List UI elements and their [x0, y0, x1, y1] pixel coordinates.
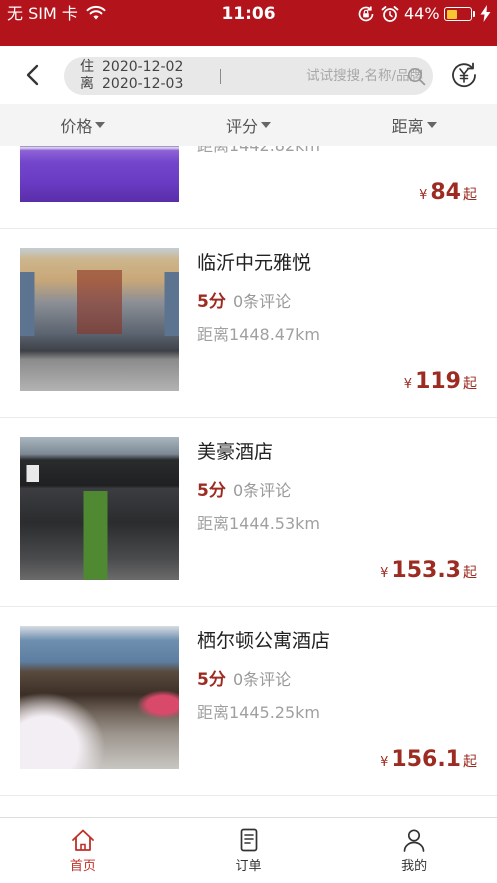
price-currency: ¥ — [419, 188, 428, 203]
battery-percent: 44% — [404, 4, 440, 23]
hotel-price: ¥153.3 起 — [380, 558, 477, 584]
tab-home[interactable]: 首页 — [0, 818, 166, 883]
hotel-card[interactable]: 临沂中元雅悦 5分 0条评论 距离1448.47km ¥119 起 — [0, 229, 497, 418]
price-suffix: 起 — [463, 187, 477, 203]
battery-cap — [473, 11, 475, 17]
hotel-photo — [20, 146, 179, 202]
search-input[interactable] — [230, 57, 425, 95]
checkout-label: 离 — [80, 76, 94, 92]
price-currency: ¥ — [403, 377, 413, 392]
profile-icon — [403, 829, 425, 852]
hotel-name: 美豪酒店 — [197, 441, 274, 463]
price-value: 156.1 — [391, 747, 461, 772]
hotel-score: 5分 — [197, 670, 226, 690]
hotel-review-count: 0条评论 — [233, 481, 292, 500]
price-suffix: 起 — [463, 565, 477, 581]
filter-bar: 价格 评分 距离 — [0, 104, 497, 146]
hotel-price: ¥156.1 起 — [380, 747, 477, 773]
hotel-review-count: 0条评论 — [233, 292, 292, 311]
filter-price[interactable]: 价格 — [0, 104, 166, 146]
hotel-card[interactable]: 距离1442.82km ¥84起 — [0, 146, 497, 229]
hotel-score: 5分 — [197, 481, 226, 501]
hotel-score: 5分 — [197, 292, 226, 312]
hotel-price: ¥119 起 — [404, 369, 477, 395]
hotel-distance: 距离1448.47km — [197, 325, 321, 344]
bottom-tab-bar: 首页 订单 我的 — [0, 817, 497, 883]
filter-label: 距离 — [391, 117, 424, 136]
tab-label: 订单 — [235, 859, 262, 874]
price-value: 153.3 — [391, 558, 461, 583]
home-icon — [71, 829, 94, 851]
hotel-photo — [20, 626, 179, 769]
hotel-photo — [20, 248, 179, 391]
price-currency: ¥ — [380, 566, 389, 581]
battery-level — [446, 9, 457, 19]
hotel-distance: 距离1444.53km — [197, 514, 321, 533]
back-chevron-icon[interactable] — [20, 61, 46, 89]
charging-bolt-icon — [480, 5, 491, 22]
filter-distance[interactable]: 距离 — [331, 104, 497, 146]
tab-label: 我的 — [401, 859, 428, 874]
price-value: 119 — [415, 369, 461, 394]
hotel-photo — [20, 437, 179, 580]
checkout-date-row[interactable]: 离 2020-12-03 — [80, 76, 183, 93]
hotel-name: 临沂中元雅悦 — [197, 252, 312, 274]
hotel-card[interactable]: 美豪酒店 5分 0条评论 距离1444.53km ¥153.3 起 — [0, 418, 497, 607]
hotel-distance: 距离1445.25km — [197, 703, 321, 722]
filter-label: 评分 — [226, 117, 259, 136]
price-suffix: 起 — [463, 754, 477, 770]
tab-profile[interactable]: 我的 — [331, 818, 497, 883]
search-bar[interactable]: 住 2020-12-02 离 2020-12-03 — [64, 57, 433, 95]
hotel-review-count: 0条评论 — [233, 670, 292, 689]
hotel-price: ¥84 起 — [419, 180, 477, 206]
caret-down-icon — [261, 122, 272, 128]
currency-exchange-icon[interactable] — [450, 61, 478, 89]
checkin-date: 2020-12-02 — [102, 59, 184, 75]
battery-icon — [444, 7, 472, 21]
price-value: 84 — [430, 180, 461, 205]
checkout-date: 2020-12-03 — [102, 76, 184, 92]
alarm-icon — [381, 6, 399, 22]
order-icon — [240, 828, 257, 852]
checkin-label: 住 — [80, 59, 94, 75]
hotel-card[interactable]: 栖尔顿公寓酒店 5分 0条评论 距离1445.25km ¥156.1 起 — [0, 607, 497, 796]
filter-rating[interactable]: 评分 — [166, 104, 332, 146]
checkin-date-row[interactable]: 住 2020-12-02 — [80, 59, 183, 76]
hotel-list[interactable]: 距离1442.82km ¥84起 临沂中元雅悦 5分 0条评论 距离1448.4… — [0, 146, 497, 817]
tab-label: 首页 — [69, 859, 96, 874]
caret-down-icon — [426, 122, 437, 128]
price-suffix: 起 — [463, 376, 477, 392]
tab-orders[interactable]: 订单 — [166, 818, 332, 883]
price-currency: ¥ — [380, 755, 389, 770]
search-divider — [220, 69, 221, 84]
caret-down-icon — [95, 122, 106, 128]
hotel-distance: 距离1442.82km — [197, 146, 320, 157]
status-bar: 无 SIM 卡 11:06 44% — [0, 0, 497, 46]
rotation-lock-icon — [358, 6, 374, 22]
search-header: 住 2020-12-02 离 2020-12-03 — [0, 46, 497, 104]
hotel-name: 栖尔顿公寓酒店 — [197, 630, 331, 652]
filter-label: 价格 — [60, 117, 93, 136]
